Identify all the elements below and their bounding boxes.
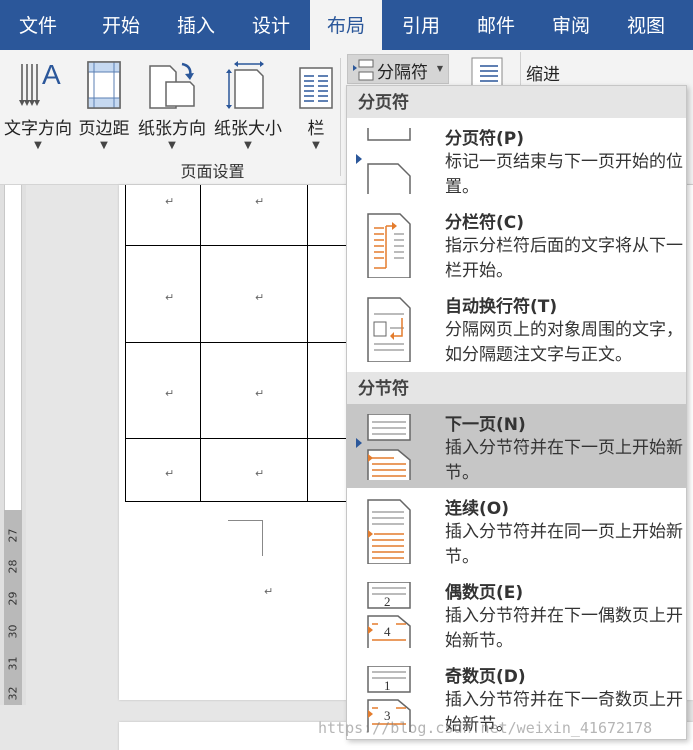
menu-item-title: 分栏符(C) <box>445 213 525 233</box>
table-border <box>125 245 347 246</box>
next-page-section-icon <box>364 413 414 480</box>
chevron-down-icon: ▼ <box>244 140 252 151</box>
columns-icon <box>296 60 336 116</box>
table-border <box>307 185 308 502</box>
menu-item-description: 标记一页结束与下一页开始的位置。 <box>445 152 683 197</box>
paper-size-button[interactable]: 纸张大小 ▼ <box>210 58 286 158</box>
breaks-icon <box>351 59 375 85</box>
menu-item-title: 连续(O) <box>445 499 509 519</box>
orientation-icon <box>146 60 198 116</box>
margins-button[interactable]: 页边距 ▼ <box>66 58 142 158</box>
tab-view[interactable]: 视图 <box>608 0 684 50</box>
table-border <box>125 501 347 502</box>
text-wrapping-break-icon <box>364 296 414 363</box>
tab-review[interactable]: 审阅 <box>533 0 609 50</box>
margin-corner-mark <box>228 520 263 521</box>
pointer-marker-icon <box>356 154 362 164</box>
page-setup-group-label: 页面设置 <box>180 162 245 181</box>
ribbon-divider <box>340 58 341 176</box>
menu-item-page-break[interactable]: 分页符(P) 标记一页结束与下一页开始的位置。 <box>347 118 686 202</box>
menu-item-description: 插入分节符并在同一页上开始新节。 <box>445 522 683 567</box>
table-border <box>125 438 347 439</box>
ruler-number: 31 <box>6 656 20 671</box>
paragraph-mark: ↵ <box>165 291 175 304</box>
paragraph-mark: ↵ <box>165 387 175 400</box>
table-border <box>125 185 126 502</box>
vertical-ruler[interactable]: 27 28 29 30 31 32 <box>0 185 26 705</box>
columns-button[interactable]: 栏 ▼ <box>278 58 354 158</box>
paragraph-mark: ↵ <box>255 467 265 480</box>
watermark: https://blog.csdn.net/weixin_41672178 <box>318 719 653 737</box>
paragraph-mark: ↵ <box>255 291 265 304</box>
menu-item-even-page[interactable]: 2 4 偶数页(E) 插入分节符并在下一偶数页上开始新节。 <box>347 572 686 656</box>
breaks-button[interactable]: 分隔符 ▼ <box>347 54 449 84</box>
continuous-section-icon <box>364 498 414 565</box>
chevron-down-icon: ▼ <box>34 140 42 151</box>
menu-item-column-break[interactable]: 分栏符(C) 指示分栏符后面的文字将从下一栏开始。 <box>347 202 686 286</box>
chevron-down-icon: ▼ <box>168 140 176 151</box>
menu-item-description: 分隔网页上的对象周围的文字，如分隔题注文字与正文。 <box>445 320 683 365</box>
ruler-number: 27 <box>6 528 20 543</box>
svg-text:A: A <box>42 60 61 90</box>
menu-item-title: 自动换行符(T) <box>445 297 558 317</box>
tab-references[interactable]: 引用 <box>383 0 459 50</box>
even-page-number-top: 2 <box>384 594 391 609</box>
chevron-down-icon: ▼ <box>100 140 108 151</box>
ribbon-tab-bar: 文件 开始 插入 设计 布局 引用 邮件 审阅 视图 <box>0 0 693 50</box>
table-border <box>125 342 347 343</box>
menu-item-description: 指示分栏符后面的文字将从下一栏开始。 <box>445 236 683 281</box>
tab-design[interactable]: 设计 <box>233 0 309 50</box>
odd-page-number-top: 1 <box>384 678 391 693</box>
paper-size-icon <box>223 60 273 116</box>
tab-layout[interactable]: 布局 <box>310 0 382 50</box>
paragraph-mark: ↵ <box>255 387 265 400</box>
even-page-section-icon: 2 4 <box>364 581 414 648</box>
orientation-label: 纸张方向 <box>138 119 206 139</box>
ruler-number: 32 <box>6 686 20 701</box>
indent-label: 缩进 <box>526 65 560 85</box>
paragraph-mark: ↵ <box>264 585 274 598</box>
menu-item-title: 偶数页(E) <box>445 583 524 603</box>
margins-icon <box>84 60 124 116</box>
tab-home[interactable]: 开始 <box>83 0 159 50</box>
ruler-number: 30 <box>6 624 20 639</box>
ruler-number: 28 <box>6 559 20 574</box>
paragraph-mark: ↵ <box>165 195 175 208</box>
table-border <box>200 185 201 502</box>
text-direction-button[interactable]: A 文字方向 ▼ <box>0 58 76 158</box>
section-header-section-breaks: 分节符 <box>347 372 686 404</box>
menu-item-title: 奇数页(D) <box>445 667 526 687</box>
margin-corner-mark <box>262 520 263 556</box>
orientation-button[interactable]: 纸张方向 ▼ <box>134 58 210 158</box>
chevron-down-icon: ▼ <box>312 140 320 151</box>
section-header-page-breaks: 分页符 <box>347 86 686 118</box>
menu-item-continuous[interactable]: 连续(O) 插入分节符并在同一页上开始新节。 <box>347 488 686 572</box>
breaks-dropdown-menu: 分页符 分页符(P) 标记一页结束与下一页开始的位置。 分栏符(C) 指示分栏符… <box>346 85 687 740</box>
menu-item-description: 插入分节符并在下一偶数页上开始新节。 <box>445 606 683 651</box>
column-break-icon <box>364 212 414 279</box>
menu-item-text-wrapping-break[interactable]: 自动换行符(T) 分隔网页上的对象周围的文字，如分隔题注文字与正文。 <box>347 286 686 370</box>
even-page-number-bottom: 4 <box>384 624 391 639</box>
chevron-down-icon: ▼ <box>436 64 443 73</box>
page-break-icon <box>364 128 414 194</box>
tab-file[interactable]: 文件 <box>0 0 76 50</box>
breaks-label: 分隔符 <box>377 63 428 83</box>
text-direction-icon: A <box>10 59 66 116</box>
pointer-marker-icon <box>356 438 362 448</box>
ruler-number: 29 <box>6 591 20 606</box>
tab-mailings[interactable]: 邮件 <box>458 0 534 50</box>
menu-item-title: 分页符(P) <box>445 129 524 149</box>
menu-item-title: 下一页(N) <box>445 415 526 435</box>
paragraph-mark: ↵ <box>165 467 175 480</box>
tab-insert[interactable]: 插入 <box>158 0 234 50</box>
menu-item-next-page[interactable]: 下一页(N) 插入分节符并在下一页上开始新节。 <box>347 404 686 488</box>
paragraph-mark: ↵ <box>255 195 265 208</box>
menu-item-description: 插入分节符并在下一页上开始新节。 <box>445 438 683 483</box>
